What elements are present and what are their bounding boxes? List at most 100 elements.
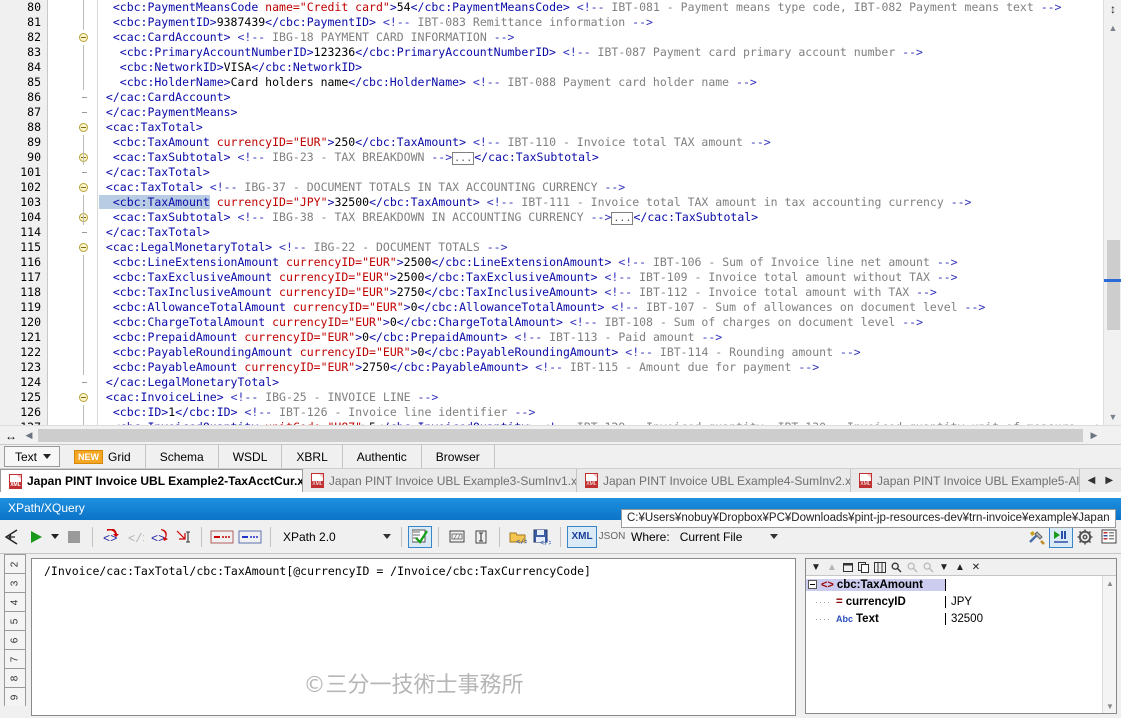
json-output-toggle[interactable]: JSON [597,526,627,548]
code-line[interactable]: <cbc:NetworkID>VISA</cbc:NetworkID> [99,60,1103,75]
file-tab-nav-group[interactable]: ◀ ▶ [1080,469,1121,492]
open-xquery-file-icon[interactable]: </> [506,526,530,548]
code-line[interactable]: <cbc:ID>1</cbc:ID> <!-- IBT-126 - Invoic… [99,405,1103,420]
chevron-down-icon-2[interactable] [769,534,778,539]
expand-collapse-icon[interactable] [808,580,817,589]
code-line[interactable]: <cac:TaxTotal> <!-- IBG-37 - DOCUMENT TO… [99,180,1103,195]
xpath-window-tab-8[interactable]: 8 [4,668,26,687]
search-prev-icon[interactable] [905,560,919,575]
xpath-window-tab-7[interactable]: 7 [4,649,26,668]
collapse-all-icon[interactable]: ▲ [825,560,839,575]
code-line[interactable]: <cbc:PayableAmount currencyID="EUR">2750… [99,360,1103,375]
code-line[interactable]: </cac:CardAccount> [99,90,1103,105]
scroll-right-icon[interactable]: ▶ [1087,428,1101,443]
where-scope-select[interactable]: Current File [673,526,782,547]
code-line[interactable]: <cbc:PrimaryAccountNumberID>123236</cbc:… [99,45,1103,60]
panel-collapse-icon[interactable] [0,526,24,548]
code-line[interactable]: <cac:CardAccount> <!-- IBG-18 PAYMENT CA… [99,30,1103,45]
scrollbar-thumb[interactable] [1107,240,1120,330]
comment-red-icon[interactable] [208,526,236,548]
result-layout-icon[interactable] [1097,526,1121,548]
insert-text-cursor-icon[interactable] [171,526,195,548]
search-icon[interactable] [889,560,903,575]
code-line[interactable]: <cac:TaxSubtotal> <!-- IBG-38 - TAX BREA… [99,210,1103,225]
xml-output-toggle[interactable]: XML [567,525,597,548]
xpath-expression-text[interactable]: /Invoice/cac:TaxTotal/cbc:TaxAmount[@cur… [32,559,795,578]
expand-all-icon[interactable]: ▼ [809,560,823,575]
columns-icon[interactable] [873,560,887,575]
fold-marker[interactable] [49,240,97,255]
results-row[interactable]: ···· = currencyID JPY [806,593,1116,610]
prev-result-icon[interactable]: ▲ [953,560,967,575]
code-content[interactable]: <cbc:PaymentMeansCode name="Credit card"… [99,0,1103,425]
copy-row-icon[interactable] [841,560,855,575]
code-line[interactable]: <cac:InvoiceLine> <!-- IBG-25 - INVOICE … [99,390,1103,405]
xpath-results-panel[interactable]: ▼ ▲ ▼ ▲ ✕ <> cbc:TaxAmount ···· = curren… [805,558,1117,714]
code-line[interactable]: <cbc:ChargeTotalAmount currencyID="EUR">… [99,315,1103,330]
next-result-icon[interactable]: ▼ [937,560,951,575]
editor-vertical-scrollbar[interactable]: ↕ ▲ ▼ [1103,0,1121,425]
xpath-expression-editor[interactable]: /Invoice/cac:TaxTotal/cbc:TaxAmount[@cur… [31,558,796,716]
code-line[interactable]: <cbc:TaxAmount currencyID="JPY">32500</c… [99,195,1103,210]
view-tab-text[interactable]: Text [4,446,61,467]
results-vertical-scrollbar[interactable]: ▲ ▼ [1102,576,1116,713]
code-line[interactable]: <cac:TaxSubtotal> <!-- IBG-23 - TAX BREA… [99,150,1103,165]
code-line[interactable]: </cac:TaxTotal> [99,225,1103,240]
search-next-icon[interactable] [921,560,935,575]
view-tab-authentic[interactable]: Authentic [342,445,422,468]
results-row[interactable]: ···· Abc Text 32500 [806,610,1116,627]
insert-node-red-icon[interactable]: <> [99,526,123,548]
fold-marker[interactable] [49,150,97,165]
view-tab-xbrl[interactable]: XBRL [282,445,343,468]
xpath-window-tab-2[interactable]: 2 [4,554,26,573]
results-row-name-cell[interactable]: <> cbc:TaxAmount [806,578,946,591]
code-line[interactable]: </cac:PaymentMeans> [99,105,1103,120]
file-tab[interactable]: Japan PINT Invoice UBL Example5-Allo [851,469,1080,492]
results-toolbar[interactable]: ▼ ▲ ▼ ▲ ✕ [806,559,1116,576]
xpath-window-tab-3[interactable]: 3 [4,573,26,592]
code-line[interactable]: <cbc:AllowanceTotalAmount currencyID="EU… [99,300,1103,315]
results-grid[interactable]: <> cbc:TaxAmount ···· = currencyID JPY ···… [806,576,1116,713]
validate-expression-button[interactable] [408,525,432,548]
open-file-tabbar[interactable]: Japan PINT Invoice UBL Example2-TaxAcctC… [0,468,1121,492]
file-tab[interactable]: Japan PINT Invoice UBL Example2-TaxAcctC… [0,469,303,492]
close-results-icon[interactable]: ✕ [969,560,983,575]
show-as-table-icon[interactable]: // [445,526,469,548]
comment-blue-icon[interactable] [236,526,264,548]
execute-dropdown-icon[interactable] [48,526,62,548]
file-tab-next-icon[interactable]: ▶ [1105,475,1113,486]
results-scroll-up-icon[interactable]: ▲ [1103,576,1117,590]
fold-marker[interactable] [49,180,97,195]
chevron-down-icon[interactable] [383,534,391,539]
xpath-window-tab-4[interactable]: 4 [4,592,26,611]
xpath-window-tabstrip[interactable]: 2 3 4 5 6 7 8 9 [0,554,30,718]
evaluate-step-button[interactable] [1049,525,1073,548]
code-line[interactable]: </cac:TaxTotal> [99,165,1103,180]
scroll-left-icon[interactable]: ◀ [22,428,36,443]
xpath-options-tools-icon[interactable] [1025,526,1049,548]
view-tab-browser[interactable]: Browser [421,445,495,468]
results-row-name-cell[interactable]: ···· Abc Text [806,612,946,625]
code-line[interactable]: <cbc:PaymentID>9387439</cbc:PaymentID> <… [99,15,1103,30]
editor-horizontal-scrollbar[interactable]: ↔ ◀ ▶ [0,425,1121,444]
scroll-down-icon[interactable]: ▼ [1104,408,1121,425]
horizontal-split-handle[interactable]: ↔ [2,428,20,443]
settings-gear-icon[interactable] [1073,526,1097,548]
xpath-version-select[interactable]: XPath 2.0 [277,526,395,547]
code-line[interactable]: <cac:LegalMonetaryTotal> <!-- IBG-22 - D… [99,240,1103,255]
results-row-name-cell[interactable]: ···· = currencyID [806,595,946,608]
code-line[interactable]: <cbc:PaymentMeansCode name="Credit card"… [99,0,1103,15]
fold-marker[interactable] [49,390,97,405]
code-line[interactable]: <cbc:TaxAmount currencyID="EUR">250</cbc… [99,135,1103,150]
file-tab-prev-icon[interactable]: ◀ [1088,475,1096,486]
view-tab-schema[interactable]: Schema [145,445,219,468]
view-mode-tabbar[interactable]: Text NEW Grid Schema WSDL XBRL Authentic Browse… [0,444,1121,468]
save-xquery-file-icon[interactable]: </> [530,526,554,548]
copy-all-icon[interactable] [857,560,871,575]
stop-execution-button[interactable] [62,526,86,548]
append-node-red-icon[interactable]: <> [147,526,171,548]
code-line[interactable]: <cbc:HolderName>Card holders name</cbc:H… [99,75,1103,90]
xml-text-editor[interactable]: 80 81 82 83 84 85 86 87 88 89 90 101 102 103 104 114 115… [0,0,1121,444]
code-line[interactable]: <cbc:PayableRoundingAmount currencyID="E… [99,345,1103,360]
chevron-down-icon[interactable] [43,454,52,459]
